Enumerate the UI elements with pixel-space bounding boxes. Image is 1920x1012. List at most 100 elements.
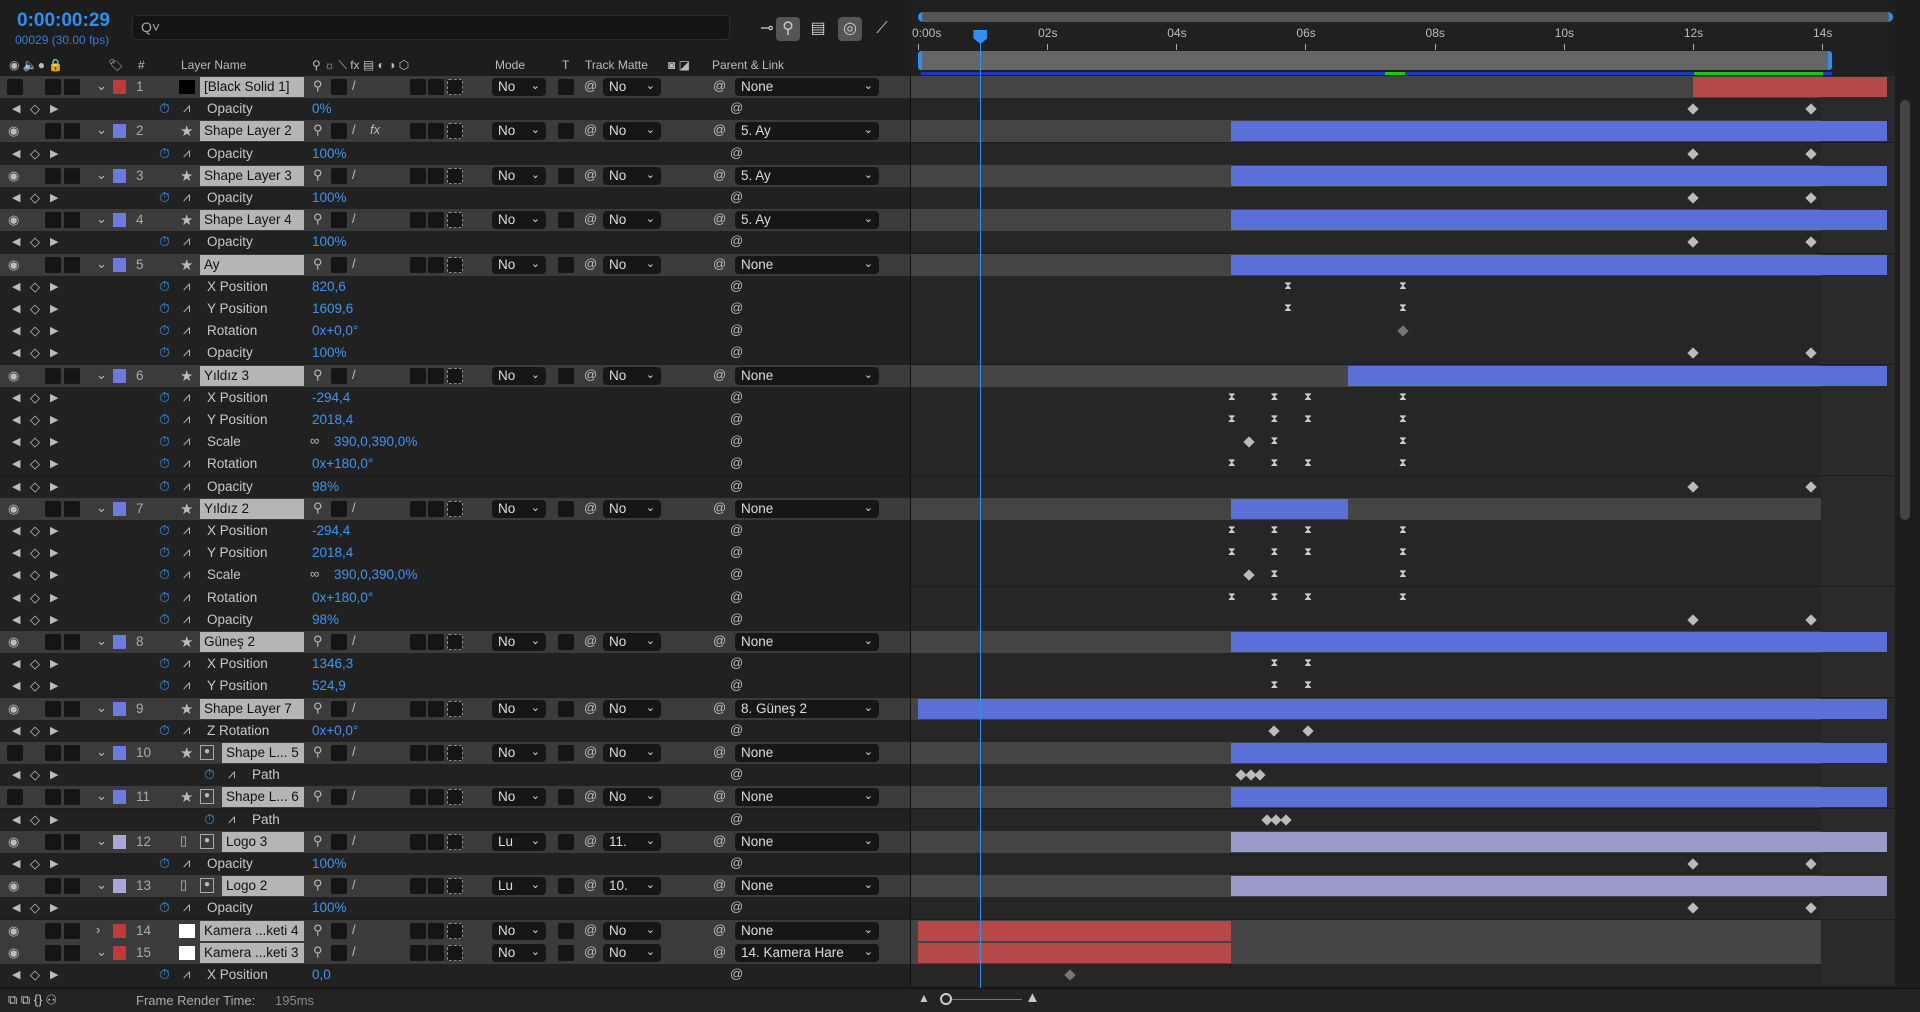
toggle-panes-icons[interactable]: ⧉ ⧉ {} ⚇ xyxy=(8,992,56,1008)
preserve-transparency[interactable] xyxy=(558,123,574,140)
track-matte-dropdown[interactable]: No ⌄ xyxy=(603,943,661,962)
graph-icon[interactable]: ⩘ xyxy=(183,189,190,205)
label-color[interactable] xyxy=(113,923,126,938)
matte-pickwhip-icon[interactable]: @ xyxy=(584,78,597,93)
collapse-switch[interactable] xyxy=(331,500,347,517)
property-value[interactable]: 1346,3 xyxy=(312,656,353,671)
shy-switch-icon[interactable]: ⚲ xyxy=(313,744,323,760)
lock-switch[interactable] xyxy=(64,700,80,717)
mode-dropdown[interactable]: No ⌄ xyxy=(492,699,546,718)
lock-switch[interactable] xyxy=(64,212,80,229)
add-keyframe-icon[interactable]: ◇ xyxy=(30,101,40,117)
solo-switch[interactable] xyxy=(45,922,61,939)
adjustment-switch[interactable] xyxy=(428,944,444,961)
track-matte-dropdown[interactable]: No ⌄ xyxy=(603,921,661,940)
motion-blur-switch[interactable] xyxy=(410,634,426,650)
prev-keyframe-icon[interactable]: ◀ xyxy=(12,480,20,493)
eye-toggle-icon[interactable]: ◉ xyxy=(8,834,19,850)
add-keyframe-icon[interactable]: ◇ xyxy=(30,545,40,561)
easy-ease-keyframe[interactable]: ⧗ xyxy=(1303,658,1313,669)
timeline-track[interactable] xyxy=(911,320,1895,343)
stopwatch-icon[interactable]: ⏱ xyxy=(159,300,170,317)
property-value[interactable]: 1609,6 xyxy=(312,301,353,316)
easy-ease-keyframe[interactable]: ⧗ xyxy=(1227,525,1237,536)
prev-keyframe-icon[interactable]: ◀ xyxy=(12,857,20,870)
preserve-transparency[interactable] xyxy=(558,789,574,806)
stopwatch-icon[interactable]: ⏱ xyxy=(159,411,170,428)
easy-ease-keyframe[interactable]: ⧗ xyxy=(1269,436,1279,447)
timeline-track[interactable] xyxy=(911,742,1895,764)
matte-pickwhip-icon[interactable]: @ xyxy=(584,744,597,759)
prev-keyframe-icon[interactable]: ◀ xyxy=(12,191,20,204)
motion-blur-switch[interactable] xyxy=(410,167,426,184)
property-pickwhip-icon[interactable]: @ xyxy=(730,566,743,581)
adjustment-switch[interactable] xyxy=(428,634,444,650)
easy-ease-keyframe[interactable]: ⧗ xyxy=(1303,547,1313,558)
property-value[interactable]: 390,0,390,0% xyxy=(334,434,417,449)
easy-ease-keyframe[interactable]: ⧗ xyxy=(1227,591,1237,602)
eye-toggle-icon[interactable]: ◉ xyxy=(8,878,19,894)
next-keyframe-icon[interactable]: ▶ xyxy=(50,391,58,404)
graph-icon[interactable]: ⩘ xyxy=(183,478,190,494)
shy-switch-icon[interactable]: ⚲ xyxy=(313,500,323,516)
lock-switch[interactable] xyxy=(64,944,80,961)
parent-pickwhip-icon[interactable]: @ xyxy=(713,211,726,226)
twirl-chevron-icon[interactable]: ⌄ xyxy=(96,633,107,649)
preserve-transparency[interactable] xyxy=(558,833,574,850)
easy-ease-keyframe[interactable]: ⧗ xyxy=(1227,458,1237,469)
timeline-track[interactable] xyxy=(911,164,1895,187)
keyframe-diamond[interactable] xyxy=(1805,858,1817,870)
preserve-transparency[interactable] xyxy=(558,745,574,761)
parent-dropdown[interactable]: None ⌄ xyxy=(735,744,879,762)
twirl-chevron-icon[interactable]: ⌄ xyxy=(96,944,107,960)
constrain-link-icon[interactable]: ∞ xyxy=(310,566,319,581)
property-value[interactable]: 0x+0,0° xyxy=(312,323,358,338)
next-keyframe-icon[interactable]: ▶ xyxy=(50,524,58,537)
easy-ease-keyframe[interactable]: ⧗ xyxy=(1283,303,1293,314)
quality-switch-icon[interactable]: / xyxy=(352,122,356,137)
layer-duration-bar[interactable] xyxy=(1692,77,1887,97)
lock-switch[interactable] xyxy=(64,833,80,850)
track-matte-dropdown[interactable]: No ⌄ xyxy=(603,744,661,762)
prev-keyframe-icon[interactable]: ◀ xyxy=(12,413,20,426)
video-switch[interactable] xyxy=(7,789,23,806)
next-keyframe-icon[interactable]: ▶ xyxy=(50,435,58,448)
preserve-transparency[interactable] xyxy=(558,500,574,517)
timeline-track[interactable] xyxy=(911,209,1895,232)
current-timecode[interactable]: 0:00:00:29 xyxy=(17,10,110,32)
matte-pickwhip-icon[interactable]: @ xyxy=(584,944,597,959)
mode-dropdown[interactable]: Lu ⌄ xyxy=(492,832,546,851)
mode-dropdown[interactable]: No ⌄ xyxy=(492,921,546,940)
mode-dropdown[interactable]: No ⌄ xyxy=(492,943,546,962)
timeline-track[interactable]: ⧗ ⧗ xyxy=(911,275,1895,298)
prev-keyframe-icon[interactable]: ◀ xyxy=(12,546,20,559)
prev-keyframe-icon[interactable]: ◀ xyxy=(12,391,20,404)
adjustment-switch[interactable] xyxy=(428,79,444,95)
solo-switch[interactable] xyxy=(45,212,61,229)
shy-switch-icon[interactable]: ⚲ xyxy=(313,788,323,804)
keyframe-diamond[interactable] xyxy=(1243,436,1255,448)
easy-ease-keyframe[interactable]: ⧗ xyxy=(1269,680,1279,691)
parent-dropdown[interactable]: 14. Kamera Hare ⌄ xyxy=(735,943,879,962)
stopwatch-icon[interactable]: ⏱ xyxy=(159,966,170,983)
fx-switch-icon[interactable]: fx xyxy=(370,122,380,137)
preserve-transparency[interactable] xyxy=(558,700,574,717)
timeline-track[interactable] xyxy=(911,631,1895,653)
timeline-track[interactable] xyxy=(911,786,1895,809)
motion-blur-switch[interactable] xyxy=(410,500,426,517)
stopwatch-icon[interactable]: ⏱ xyxy=(159,145,170,162)
layer-name[interactable]: Yıldız 2 xyxy=(200,498,304,519)
easy-ease-keyframe[interactable]: ⧗ xyxy=(1227,391,1237,402)
add-keyframe-icon[interactable]: ◇ xyxy=(30,146,40,162)
layer-name[interactable]: Logo 2 xyxy=(222,876,304,897)
twirl-chevron-icon[interactable]: ⌄ xyxy=(96,788,107,804)
graph-icon[interactable]: ⩘ xyxy=(183,655,190,671)
adjustment-switch[interactable] xyxy=(428,367,444,384)
vertical-scrollbar[interactable] xyxy=(1900,100,1910,520)
next-keyframe-icon[interactable]: ▶ xyxy=(50,413,58,426)
add-keyframe-icon[interactable]: ◇ xyxy=(30,967,40,983)
prev-keyframe-icon[interactable]: ◀ xyxy=(12,679,20,692)
matte-pickwhip-icon[interactable]: @ xyxy=(584,500,597,515)
eye-toggle-icon[interactable]: ◉ xyxy=(8,168,19,184)
adjustment-switch[interactable] xyxy=(428,745,444,761)
